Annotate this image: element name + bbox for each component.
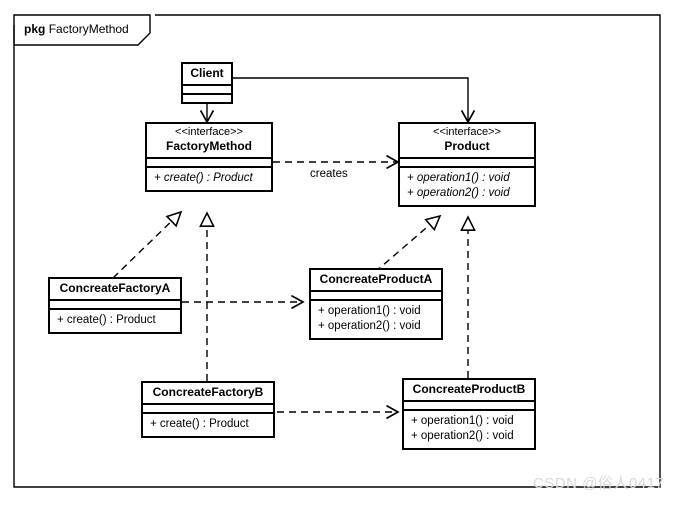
package-frame	[13, 14, 661, 488]
package-label: pkg FactoryMethod	[24, 22, 129, 36]
member-row: + create() : Product	[154, 172, 253, 184]
class-operations-concreatefactorya: + create() : Product	[50, 308, 180, 332]
class-operations-factorymethod: + create() : Product	[147, 166, 271, 190]
class-box-concreatefactoryb[interactable]: ConcreateFactoryB + create() : Product	[141, 381, 275, 438]
class-name-client: Client	[190, 66, 224, 80]
class-header-client: Client	[183, 64, 231, 84]
class-box-concreateproducta[interactable]: ConcreateProductA + operation1() : void …	[309, 268, 443, 340]
class-name-concreateproductb: ConcreateProductB	[412, 382, 526, 396]
class-operations-concreateproductb: + operation1() : void + operation2() : v…	[404, 409, 534, 448]
watermark: CSDN @俗人0417	[533, 475, 665, 492]
class-name-factorymethod: FactoryMethod	[165, 139, 252, 153]
class-name-product: Product	[444, 139, 490, 153]
class-box-concreatefactorya[interactable]: ConcreateFactoryA + create() : Product	[48, 277, 182, 334]
class-header-concreatefactorya: ConcreateFactoryA	[50, 279, 180, 299]
class-header-concreatefactoryb: ConcreateFactoryB	[143, 383, 273, 403]
class-attributes-concreateproductb	[404, 400, 534, 409]
class-header-factorymethod: <<interface>> FactoryMethod	[147, 124, 271, 157]
stereotype-factorymethod: <<interface>>	[175, 126, 243, 138]
member-row: + operation1() : void	[411, 415, 514, 427]
class-box-client[interactable]: Client	[181, 62, 233, 104]
class-header-concreateproductb: ConcreateProductB	[404, 380, 534, 400]
class-operations-product: + operation1() : void + operation2() : v…	[400, 166, 534, 205]
class-name-concreatefactorya: ConcreateFactoryA	[59, 281, 171, 295]
class-name-concreateproducta: ConcreateProductA	[319, 272, 433, 286]
member-row: + operation1() : void	[407, 172, 510, 184]
class-operations-client	[183, 93, 231, 102]
class-header-product: <<interface>> Product	[400, 124, 534, 157]
class-header-concreateproducta: ConcreateProductA	[311, 270, 441, 290]
member-row: + create() : Product	[57, 314, 156, 326]
member-row: + operation2() : void	[318, 320, 421, 332]
class-attributes-product	[400, 157, 534, 166]
class-attributes-factorymethod	[147, 157, 271, 166]
member-row: + operation2() : void	[407, 187, 510, 199]
class-attributes-client	[183, 84, 231, 93]
class-box-concreateproductb[interactable]: ConcreateProductB + operation1() : void …	[402, 378, 536, 450]
edge-concreatefactorya-realizes-factorymethod	[112, 210, 183, 279]
member-row: + operation1() : void	[318, 305, 421, 317]
member-row: + create() : Product	[150, 418, 249, 430]
edge-client-to-product	[232, 77, 476, 124]
package-keyword: pkg	[24, 22, 46, 36]
class-box-product[interactable]: <<interface>> Product + operation1() : v…	[398, 122, 536, 207]
class-box-factorymethod[interactable]: <<interface>> FactoryMethod + create() :…	[145, 122, 273, 192]
package-name: FactoryMethod	[48, 22, 129, 36]
class-attributes-concreatefactorya	[50, 299, 180, 308]
diagram-vector-layer	[13, 14, 661, 488]
class-name-concreatefactoryb: ConcreateFactoryB	[152, 385, 264, 399]
edge-label-creates: creates	[310, 168, 348, 180]
class-operations-concreateproducta: + operation1() : void + operation2() : v…	[311, 299, 441, 338]
edge-concreateproducta-realizes-product	[374, 214, 442, 273]
uml-diagram-canvas: pkg FactoryMethod Client <<interface>> F…	[0, 0, 674, 506]
class-operations-concreatefactoryb: + create() : Product	[143, 412, 273, 436]
member-row: + operation2() : void	[411, 430, 514, 442]
stereotype-product: <<interface>>	[433, 126, 501, 138]
class-attributes-concreatefactoryb	[143, 403, 273, 412]
class-attributes-concreateproducta	[311, 290, 441, 299]
